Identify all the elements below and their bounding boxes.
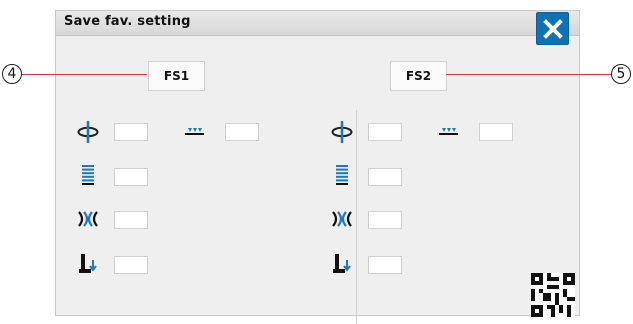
fs2-presser-foot-field[interactable] (368, 256, 402, 274)
stitch-density-icon (76, 162, 100, 186)
callout-5-leader (446, 74, 611, 75)
title-bar: Save fav. setting (56, 11, 579, 36)
fs2-feed-dogs-field[interactable] (479, 123, 513, 141)
stitch-width-icon (330, 207, 354, 231)
close-icon (542, 18, 563, 39)
fs1-stitch-width-field[interactable] (114, 211, 148, 229)
presser-foot-pressure-icon (330, 251, 354, 275)
callout-5: 5 (611, 64, 631, 84)
fs1-stitch-density-field[interactable] (114, 168, 148, 186)
window-title: Save fav. setting (64, 14, 191, 29)
fs1-presser-foot-field[interactable] (114, 256, 148, 274)
callout-4: 4 (2, 64, 22, 84)
qr-code-icon (531, 273, 575, 317)
feed-dogs-icon (436, 120, 460, 144)
presser-foot-pressure-icon (76, 251, 100, 275)
fs2-button[interactable]: FS2 (390, 61, 447, 91)
fs1-button[interactable]: FS1 (148, 61, 205, 91)
feed-dogs-icon (182, 120, 206, 144)
save-fav-setting-window: Save fav. setting FS1 FS2 (55, 10, 580, 324)
fs2-thread-tension-field[interactable] (368, 123, 402, 141)
panel-divider (356, 110, 357, 324)
thread-tension-icon (330, 120, 354, 144)
fs1-feed-dogs-field[interactable] (225, 123, 259, 141)
stitch-width-icon (76, 207, 100, 231)
stitch-density-icon (330, 162, 354, 186)
callout-4-leader (22, 74, 147, 75)
fs1-thread-tension-field[interactable] (114, 123, 148, 141)
thread-tension-icon (76, 120, 100, 144)
fs2-stitch-density-field[interactable] (368, 168, 402, 186)
close-button[interactable] (536, 12, 569, 45)
fs2-stitch-width-field[interactable] (368, 211, 402, 229)
